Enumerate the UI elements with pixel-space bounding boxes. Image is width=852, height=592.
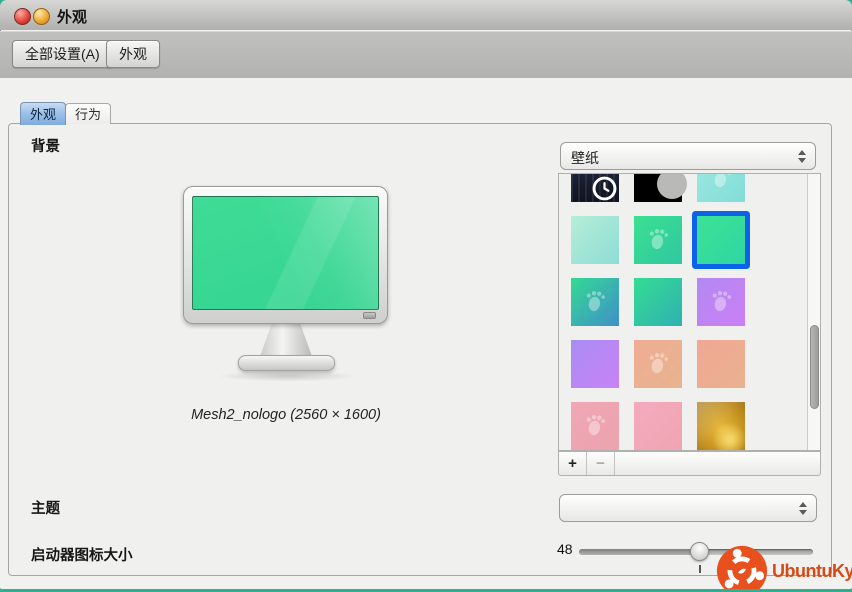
add-wallpaper-button[interactable]: + <box>559 452 587 475</box>
close-button[interactable] <box>14 8 31 25</box>
select-arrows-icon <box>799 502 807 515</box>
wallpaper-thumb-salmon[interactable] <box>697 340 745 388</box>
wallpaper-thumb-green-selected[interactable] <box>697 216 745 264</box>
wallpaper-thumb-green-teal[interactable] <box>634 278 682 326</box>
wallpaper-scrollbar[interactable] <box>807 174 820 450</box>
monitor-power-button <box>363 312 376 319</box>
theme-select[interactable] <box>559 494 817 522</box>
content-area: 外观 行为 背景 Mesh2_nologo (2560 × 1600) 壁纸 <box>0 78 852 589</box>
wallpaper-thumb-night-city-timed[interactable] <box>571 173 619 202</box>
wallpaper-thumb-purple[interactable] <box>697 278 745 326</box>
ubuntukylin-logo-icon <box>715 544 769 589</box>
wallpaper-thumb-aqua-light[interactable] <box>697 173 745 202</box>
window-title: 外观 <box>57 6 87 27</box>
wallpaper-thumb-black-moon[interactable] <box>634 173 682 202</box>
slider-thumb[interactable] <box>690 542 709 561</box>
monitor-screen <box>192 196 379 310</box>
wallpaper-thumb-mint[interactable] <box>571 216 619 264</box>
wallpaper-source-value: 壁纸 <box>571 148 599 168</box>
wallpaper-thumb-violet[interactable] <box>571 340 619 388</box>
launcher-size-value: 48 <box>557 541 573 557</box>
appearance-window: 外观 全部设置(A) 外观 外观 行为 背景 <box>0 0 852 589</box>
wallpaper-thumb-teal-blue[interactable] <box>571 278 619 326</box>
tab-appearance[interactable]: 外观 <box>20 102 66 125</box>
wallpaper-thumb-pink-foot[interactable] <box>571 402 619 450</box>
tab-behavior[interactable]: 行为 <box>65 103 111 124</box>
wallpaper-caption: Mesh2_nologo (2560 × 1600) <box>106 407 466 423</box>
moon-icon <box>657 173 687 199</box>
branding: UbuntuKylin <box>715 544 852 589</box>
monitor-bezel <box>183 186 388 324</box>
monitor-stand-neck <box>251 323 321 358</box>
launcher-size-heading: 启动器图标大小 <box>31 544 133 565</box>
wallpaper-source-select[interactable]: 壁纸 <box>560 142 816 170</box>
gnome-foot-icon <box>709 288 733 314</box>
appearance-panel: 背景 Mesh2_nologo (2560 × 1600) 壁纸 <box>8 123 832 576</box>
appearance-toolbar-button[interactable]: 外观 <box>106 40 160 68</box>
gnome-foot-icon <box>583 412 607 438</box>
slider-tick <box>699 565 701 573</box>
wallpaper-thumb-golden-flower[interactable] <box>697 402 745 450</box>
gnome-foot-icon <box>709 173 733 190</box>
wallpaper-list <box>558 173 821 451</box>
gnome-foot-icon <box>646 226 670 252</box>
all-settings-button[interactable]: 全部设置(A) <box>12 40 113 68</box>
wallpaper-thumb-salmon-foot[interactable] <box>634 340 682 388</box>
monitor-stand-base <box>238 355 335 371</box>
scrollbar-thumb[interactable] <box>810 325 819 409</box>
clock-icon <box>591 175 618 202</box>
titlebar[interactable]: 外观 <box>0 0 852 30</box>
remove-wallpaper-button[interactable]: − <box>587 452 615 475</box>
wallpaper-list-toolbar: + − <box>558 451 821 476</box>
monitor-shadow <box>212 370 362 382</box>
gnome-foot-icon <box>583 288 607 314</box>
background-heading: 背景 <box>31 135 60 156</box>
wallpaper-grid <box>571 173 745 450</box>
wallpaper-thumb-pink[interactable] <box>634 402 682 450</box>
brand-text: UbuntuKylin <box>772 561 852 582</box>
select-arrows-icon <box>798 150 806 163</box>
desktop-background: 外观 全部设置(A) 外观 外观 行为 背景 <box>0 0 852 592</box>
minimize-button[interactable] <box>33 8 50 25</box>
tab-bar: 外观 行为 <box>20 100 110 124</box>
wallpaper-thumb-green-foot[interactable] <box>634 216 682 264</box>
gnome-foot-icon <box>646 350 670 376</box>
theme-heading: 主题 <box>31 497 60 518</box>
toolbar: 全部设置(A) 外观 <box>0 31 852 79</box>
